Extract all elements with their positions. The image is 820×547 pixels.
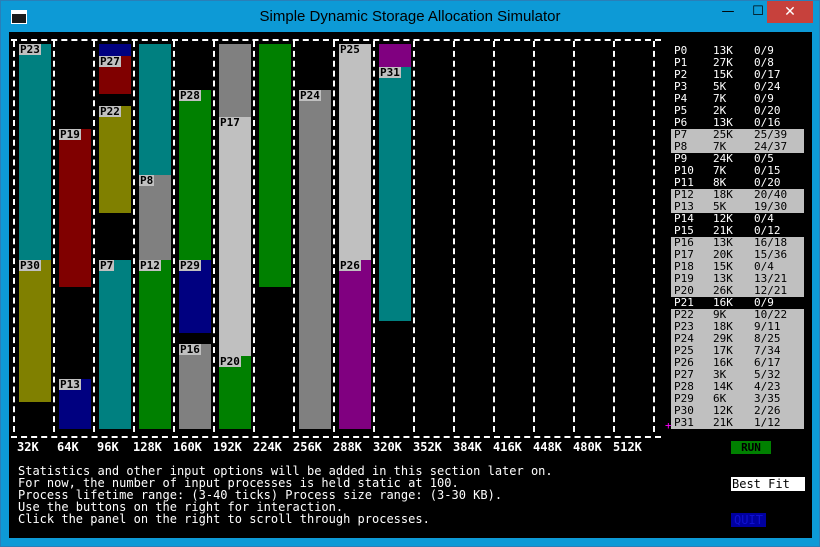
lane-divider — [533, 41, 535, 432]
axis-tick-label: 416K — [493, 440, 522, 454]
process-row[interactable]: P3 5K 0/24 — [671, 81, 804, 93]
block-label: P17 — [219, 116, 241, 130]
block-label: P19 — [59, 127, 81, 141]
lane-divider — [213, 41, 215, 432]
block-label: P8 — [139, 173, 155, 187]
block-label: P25 — [339, 43, 361, 56]
lane-divider — [173, 41, 175, 432]
process-row[interactable]: P4 7K 0/9 — [671, 93, 804, 105]
axis-tick-label: 64K — [57, 440, 79, 454]
lane-divider — [373, 41, 375, 432]
title-bar[interactable]: Simple Dynamic Storage Allocation Simula… — [1, 1, 819, 32]
lane-divider — [133, 41, 135, 432]
memory-block: P13 — [59, 377, 91, 429]
axis-tick-label: 32K — [17, 440, 39, 454]
lane-divider — [573, 41, 575, 432]
lane-divider — [293, 41, 295, 432]
block-label: P20 — [219, 354, 241, 368]
block-label: P12 — [139, 258, 161, 272]
app-window: Simple Dynamic Storage Allocation Simula… — [0, 0, 820, 547]
memory-block: P25 — [339, 44, 371, 260]
block-label: P23 — [19, 43, 41, 56]
process-size: 21K — [713, 416, 733, 429]
memory-block: P24 — [299, 90, 331, 429]
lane-divider — [453, 41, 455, 432]
memory-block: P7 — [99, 258, 131, 429]
lane-divider — [413, 41, 415, 432]
memory-block: P12 — [139, 258, 171, 429]
axis-tick-label: 160K — [173, 440, 202, 454]
axis-tick-label: 480K — [573, 440, 602, 454]
memory-block: P17 — [219, 117, 251, 356]
memory-block: P27 — [99, 54, 131, 95]
memory-block: P26 — [339, 258, 371, 429]
memory-block: P20 — [219, 354, 251, 429]
lane-divider — [13, 41, 15, 432]
process-life: 1/12 — [754, 416, 781, 429]
process-row[interactable]: P8 7K 24/37 — [671, 141, 804, 153]
process-row[interactable]: P2 15K 0/17 — [671, 69, 804, 81]
run-button[interactable]: RUN — [731, 441, 771, 454]
memory-block — [139, 44, 171, 175]
memory-block: P31 — [379, 66, 411, 322]
axis-tick-label: 256K — [293, 440, 322, 454]
lane-divider — [493, 41, 495, 432]
lane-divider — [53, 41, 55, 432]
memory-block: P28 — [179, 89, 211, 260]
block-label: P28 — [179, 89, 201, 103]
lane-divider — [613, 41, 615, 432]
simulator-canvas: P23 P30 P19 P13 P27 P22 P7 P8 P12 P28 P29 P16 P17 P20… — [9, 32, 812, 538]
axis-tick-label: 192K — [213, 440, 242, 454]
process-row[interactable]: P5 2K 0/20 — [671, 105, 804, 117]
lane-divider — [653, 41, 655, 432]
block-label: P26 — [339, 258, 361, 272]
block-label: P16 — [179, 343, 201, 357]
fit-algorithm-button[interactable]: Best Fit — [731, 477, 805, 491]
memory-block: P8 — [139, 173, 171, 260]
memory-block — [99, 44, 131, 56]
process-row[interactable]: P0 13K 0/9 — [671, 45, 804, 57]
memory-block: P16 — [179, 344, 211, 429]
memory-block: P23 — [19, 44, 51, 260]
memory-block: P29 — [179, 258, 211, 333]
memory-block — [219, 44, 251, 118]
axis-tick-label: 352K — [413, 440, 442, 454]
axis-tick-label: 224K — [253, 440, 282, 454]
memory-block: P30 — [19, 258, 51, 403]
quit-button[interactable]: QUIT — [731, 513, 766, 527]
block-label: P7 — [99, 258, 115, 272]
memory-block — [259, 44, 291, 287]
lane-divider — [253, 41, 255, 432]
scroll-marker: + — [665, 419, 672, 432]
minimize-button[interactable]: — — [711, 1, 745, 23]
process-row[interactable]: P31 21K 1/12 — [671, 417, 804, 429]
axis-tick-label: 128K — [133, 440, 162, 454]
lane-divider — [333, 41, 335, 432]
block-label: P29 — [179, 258, 201, 272]
axis-tick-label: 448K — [533, 440, 562, 454]
info-panel: Statistics and other input options will … — [18, 465, 553, 525]
block-label: P27 — [99, 54, 121, 68]
axis-tick-label: 96K — [97, 440, 119, 454]
close-button[interactable]: ✕ — [767, 1, 813, 23]
block-label: P31 — [379, 66, 401, 80]
process-id: P31 — [674, 416, 694, 429]
process-row[interactable]: P1 27K 0/8 — [671, 57, 804, 69]
block-label: P13 — [59, 377, 81, 391]
memory-block — [379, 44, 411, 68]
memory-block: P22 — [99, 104, 131, 214]
info-line: Click the panel on the right to scroll t… — [18, 512, 430, 526]
block-label: P30 — [19, 258, 41, 272]
process-list-panel[interactable]: P0 13K 0/9 P1 27K 0/8 P2 15K 0/17 P3 5K 0/24 P4 7K 0/9… — [671, 45, 804, 429]
block-label: P22 — [99, 104, 121, 118]
axis-tick-label: 288K — [333, 440, 362, 454]
memory-block: P19 — [59, 127, 91, 287]
block-label: P24 — [299, 89, 321, 103]
axis-tick-label: 384K — [453, 440, 482, 454]
axis-tick-label: 320K — [373, 440, 402, 454]
window-title: Simple Dynamic Storage Allocation Simula… — [259, 8, 561, 25]
lane-divider — [93, 41, 95, 432]
axis-tick-label: 512K — [613, 440, 642, 454]
